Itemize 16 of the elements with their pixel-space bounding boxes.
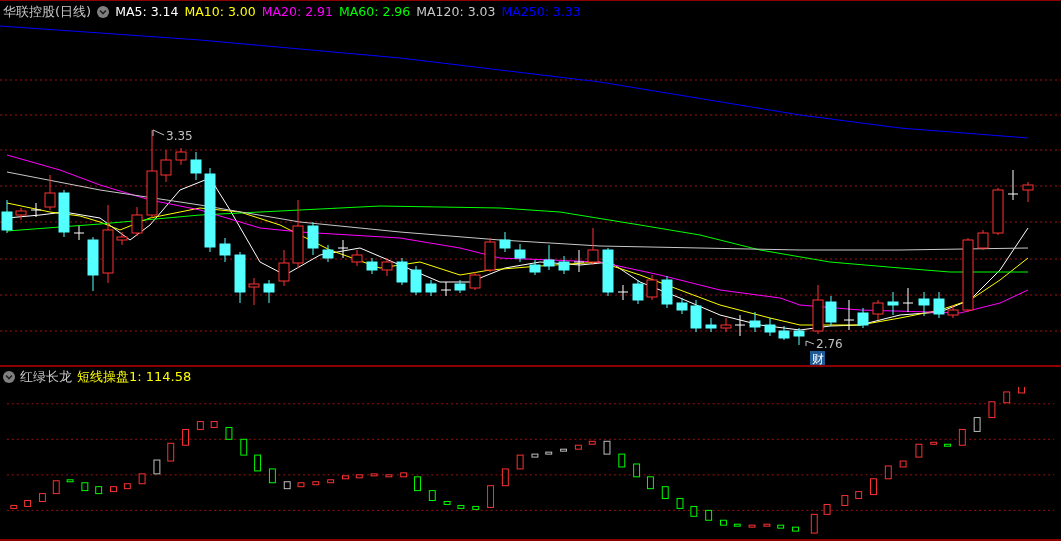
moving-average-label: MA60: 2.96	[339, 4, 411, 19]
low-price-label: 2.76	[816, 337, 843, 351]
event-badge[interactable]: 财	[810, 351, 825, 365]
leader-line	[152, 129, 165, 137]
indicator-reading: 短线操盘1: 114.58	[77, 368, 192, 386]
moving-average-label: MA10: 3.00	[184, 4, 256, 19]
high-price-label: 3.35	[166, 129, 193, 143]
moving-average-label: MA120: 3.03	[416, 4, 496, 19]
moving-average-label: MA250: 3.33	[501, 4, 581, 19]
chart-title: 华联控股(日线)	[3, 2, 92, 21]
dropdown-icon[interactable]	[3, 371, 15, 383]
indicator-title: 红绿长龙	[20, 368, 72, 386]
moving-average-label: MA20: 2.91	[261, 4, 333, 19]
dropdown-icon[interactable]	[97, 5, 110, 18]
moving-average-label: MA5: 3.14	[115, 4, 179, 19]
leader-line	[805, 340, 815, 347]
